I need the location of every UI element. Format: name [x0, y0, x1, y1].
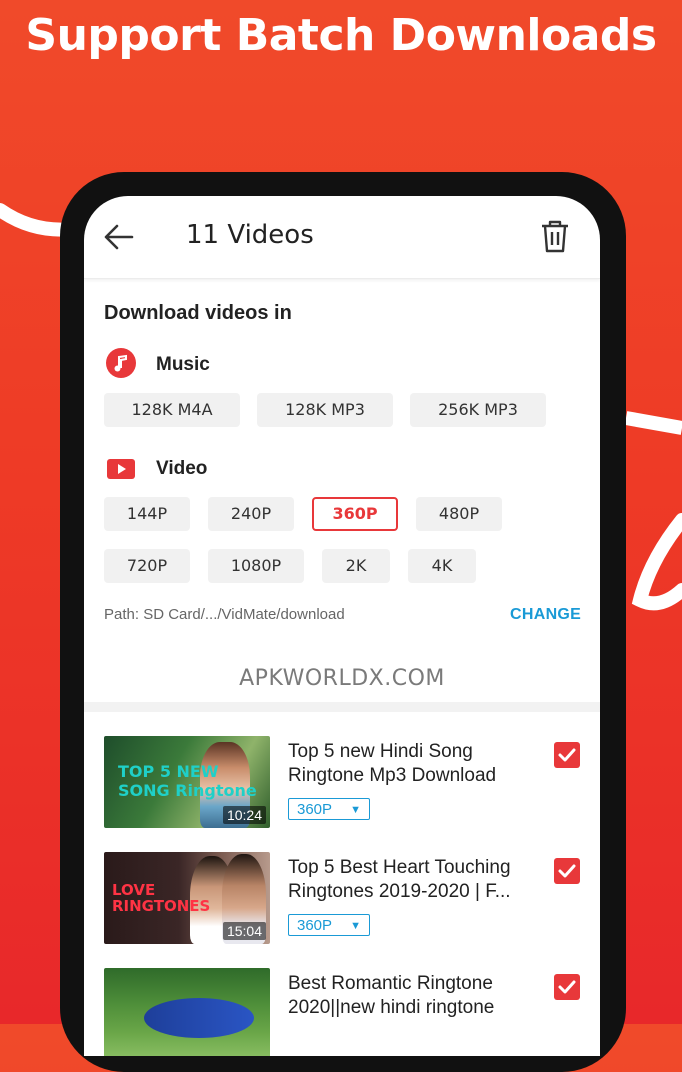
video-option-2k[interactable]: 2K: [322, 549, 390, 583]
video-list-item[interactable]: LOVE RINGTONES 15:04 Top 5 Best Heart To…: [104, 852, 584, 948]
video-option-1080p[interactable]: 1080P: [208, 549, 304, 583]
trash-icon[interactable]: [538, 218, 572, 254]
chevron-down-icon: ▼: [350, 920, 361, 932]
download-path: Path: SD Card/.../VidMate/download: [104, 606, 345, 623]
video-list-item[interactable]: Best Romantic Ringtone 2020||new hindi r…: [104, 968, 584, 1056]
music-label: Music: [156, 354, 210, 375]
checkbox-checked-icon[interactable]: [554, 974, 580, 1000]
video-option-240p[interactable]: 240P: [208, 497, 294, 531]
watermark: APKWORLDX.COM: [239, 666, 445, 691]
video-option-480p[interactable]: 480P: [416, 497, 502, 531]
video-duration: 15:04: [222, 922, 266, 940]
checkbox-checked-icon[interactable]: [554, 858, 580, 884]
video-thumbnail[interactable]: [104, 968, 270, 1056]
section-divider: [84, 702, 600, 712]
app-screen: 11 Videos Download videos in Music 128K …: [84, 196, 600, 1056]
video-option-360p-selected[interactable]: 360P: [312, 497, 398, 531]
music-option-256k-mp3[interactable]: 256K MP3: [410, 393, 546, 427]
quality-dropdown[interactable]: 360P ▼: [288, 798, 370, 820]
video-option-4k[interactable]: 4K: [408, 549, 476, 583]
back-arrow-icon[interactable]: [102, 220, 136, 254]
chevron-down-icon: ▼: [350, 804, 361, 816]
thumbnail-caption: TOP 5 NEW SONG Ringtone: [118, 762, 257, 800]
video-list-item[interactable]: TOP 5 NEW SONG Ringtone 10:24 Top 5 new …: [104, 736, 584, 832]
change-path-button[interactable]: CHANGE: [510, 606, 581, 624]
thumbnail-caption: LOVE RINGTONES: [112, 881, 211, 915]
video-title: Best Romantic Ringtone 2020||new hindi r…: [288, 973, 495, 1018]
video-thumbnail[interactable]: LOVE RINGTONES 15:04: [104, 852, 270, 944]
video-thumbnail[interactable]: TOP 5 NEW SONG Ringtone 10:24: [104, 736, 270, 828]
video-option-144p[interactable]: 144P: [104, 497, 190, 531]
video-duration: 10:24: [222, 806, 266, 824]
video-option-720p[interactable]: 720P: [104, 549, 190, 583]
video-label: Video: [156, 458, 208, 479]
video-play-icon: [107, 459, 135, 479]
quality-dropdown[interactable]: 360P ▼: [288, 914, 370, 936]
page-title: 11 Videos: [186, 220, 314, 250]
thumbnail-figure: [144, 998, 254, 1038]
quality-value: 360P: [297, 801, 333, 818]
music-option-128k-mp3[interactable]: 128K MP3: [257, 393, 393, 427]
video-title: Top 5 new Hindi Song Ringtone Mp3 Downlo…: [288, 741, 497, 786]
top-bar: 11 Videos: [84, 196, 600, 279]
music-option-128k-m4a[interactable]: 128K M4A: [104, 393, 240, 427]
quality-value: 360P: [297, 917, 333, 934]
download-section-title: Download videos in: [104, 302, 292, 324]
checkbox-checked-icon[interactable]: [554, 742, 580, 768]
music-note-icon: [106, 348, 136, 378]
video-title: Top 5 Best Heart Touching Ringtones 2019…: [288, 857, 511, 902]
